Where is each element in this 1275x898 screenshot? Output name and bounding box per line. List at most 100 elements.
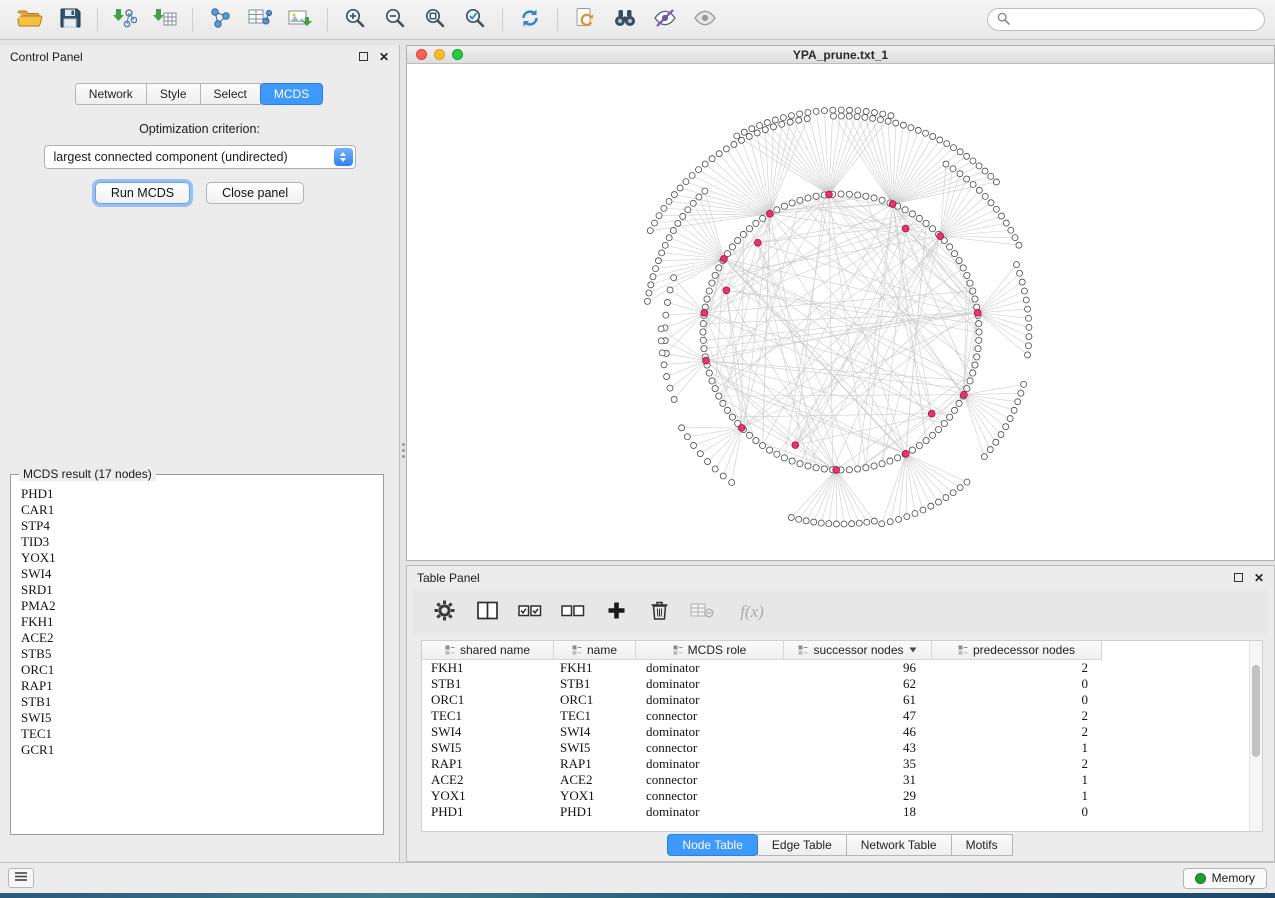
trash-icon: [650, 600, 669, 624]
table-settings-button[interactable]: [431, 599, 457, 625]
float-icon: [1234, 573, 1243, 582]
table-row[interactable]: ACE2ACE2connector311: [422, 772, 1262, 788]
close-traffic-light[interactable]: [416, 49, 427, 60]
import-table-icon: [153, 7, 177, 32]
mcds-result-list[interactable]: PHD1CAR1STP4TID3YOX1SWI4SRD1PMA2FKH1ACE2…: [13, 483, 381, 832]
column-header-shared-name[interactable]: shared name: [422, 641, 554, 660]
table-row[interactable]: STB1STB1dominator620: [422, 676, 1262, 692]
table-cell: 1: [932, 772, 1102, 788]
hide-graphics-details-button[interactable]: [645, 4, 685, 36]
mcds-result-item[interactable]: PMA2: [21, 598, 381, 614]
mcds-result-item[interactable]: GCR1: [21, 742, 381, 758]
column-header-name[interactable]: name: [554, 641, 636, 660]
tab-select[interactable]: Select: [200, 83, 261, 105]
mcds-result-item[interactable]: PHD1: [21, 486, 381, 502]
table-row[interactable]: ORC1ORC1dominator610: [422, 692, 1262, 708]
table-cell: 0: [932, 804, 1102, 820]
column-sort-icon: [673, 645, 683, 655]
import-network-button[interactable]: [105, 4, 145, 36]
delete-column-button[interactable]: [646, 599, 672, 625]
search-network-button[interactable]: [605, 4, 645, 36]
close-mcds-panel-button[interactable]: Close panel: [206, 182, 304, 204]
column-label: predecessor nodes: [973, 643, 1075, 657]
zoom-selected-button[interactable]: [455, 4, 495, 36]
tab-network-table[interactable]: Network Table: [846, 834, 952, 856]
tab-style[interactable]: Style: [146, 83, 201, 105]
mcds-result-item[interactable]: SWI4: [21, 566, 381, 582]
show-column-button[interactable]: [474, 599, 500, 625]
save-session-button[interactable]: [50, 4, 90, 36]
float-table-panel-button[interactable]: [1234, 571, 1243, 585]
task-history-button[interactable]: [8, 868, 34, 888]
table-row[interactable]: SWI5SWI5connector431: [422, 740, 1262, 756]
column-header-predecessor-nodes[interactable]: predecessor nodes: [932, 641, 1102, 660]
memory-status-icon: [1195, 873, 1206, 884]
column-header-mcds-role[interactable]: MCDS role: [636, 641, 784, 660]
share-document-button[interactable]: [565, 4, 605, 36]
new-network-button[interactable]: [200, 4, 240, 36]
table-row[interactable]: TEC1TEC1connector472: [422, 708, 1262, 724]
mcds-result-item[interactable]: SWI5: [21, 710, 381, 726]
toolbar-separator: [97, 8, 98, 32]
gear-icon: [434, 600, 455, 624]
table-row[interactable]: RAP1RAP1dominator352: [422, 756, 1262, 772]
tab-mcds[interactable]: MCDS: [260, 83, 323, 105]
toolbar-separator: [557, 8, 558, 32]
table-scrollbar-track[interactable]: [1249, 641, 1262, 831]
tab-node-table[interactable]: Node Table: [667, 834, 758, 856]
memory-button[interactable]: Memory: [1183, 868, 1267, 889]
maximize-traffic-light[interactable]: [452, 49, 463, 60]
open-session-button[interactable]: [10, 4, 50, 36]
function-builder-button[interactable]: f(x): [732, 599, 772, 625]
table-row[interactable]: PHD1PHD1dominator180: [422, 804, 1262, 820]
select-all-rows-button[interactable]: [517, 599, 543, 625]
add-column-button[interactable]: [603, 599, 629, 625]
float-panel-button[interactable]: [359, 50, 368, 64]
toolbar-search-box[interactable]: [987, 8, 1265, 31]
import-table-button[interactable]: [145, 4, 185, 36]
table-cell: 61: [784, 692, 932, 708]
table-row[interactable]: FKH1FKH1dominator962: [422, 660, 1262, 676]
mcds-result-item[interactable]: ACE2: [21, 630, 381, 646]
mcds-result-item[interactable]: STP4: [21, 518, 381, 534]
table-scrollbar-thumb[interactable]: [1252, 665, 1260, 757]
search-input[interactable]: [1015, 13, 1255, 27]
zoom-fit-button[interactable]: [415, 4, 455, 36]
mcds-result-item[interactable]: FKH1: [21, 614, 381, 630]
deselect-all-rows-button[interactable]: [560, 599, 586, 625]
table-cell: SWI4: [422, 724, 554, 740]
zoom-out-button[interactable]: [375, 4, 415, 36]
table-cell: 31: [784, 772, 932, 788]
run-mcds-button[interactable]: Run MCDS: [95, 182, 190, 204]
table-row[interactable]: SWI4SWI4dominator462: [422, 724, 1262, 740]
zoom-in-button[interactable]: [335, 4, 375, 36]
mcds-result-item[interactable]: STB1: [21, 694, 381, 710]
table-cell: FKH1: [554, 660, 636, 676]
mcds-result-item[interactable]: YOX1: [21, 550, 381, 566]
export-image-button[interactable]: [280, 4, 320, 36]
show-graphics-details-button[interactable]: [685, 4, 725, 36]
mcds-result-item[interactable]: CAR1: [21, 502, 381, 518]
tab-edge-table[interactable]: Edge Table: [757, 834, 847, 856]
column-header-successor-nodes[interactable]: successor nodes: [784, 641, 932, 660]
criterion-dropdown[interactable]: largest connected component (undirected): [44, 145, 356, 169]
network-window-title: YPA_prune.txt_1: [407, 48, 1274, 62]
new-table-button[interactable]: [240, 4, 280, 36]
table-row[interactable]: YOX1YOX1connector291: [422, 788, 1262, 804]
table-cell: STB1: [422, 676, 554, 692]
tab-network[interactable]: Network: [75, 83, 147, 105]
delete-table-button[interactable]: [689, 599, 715, 625]
mcds-result-item[interactable]: TEC1: [21, 726, 381, 742]
tab-motifs[interactable]: Motifs: [951, 834, 1013, 856]
minimize-traffic-light[interactable]: [434, 49, 445, 60]
mcds-result-item[interactable]: ORC1: [21, 662, 381, 678]
close-table-panel-button[interactable]: ✕: [1254, 572, 1264, 584]
refresh-layout-button[interactable]: [510, 4, 550, 36]
mcds-result-item[interactable]: SRD1: [21, 582, 381, 598]
mcds-result-item[interactable]: STB5: [21, 646, 381, 662]
network-graph-canvas[interactable]: [407, 64, 1274, 560]
mcds-result-item[interactable]: TID3: [21, 534, 381, 550]
mcds-result-item[interactable]: RAP1: [21, 678, 381, 694]
close-panel-button[interactable]: ✕: [379, 51, 389, 63]
network-window-titlebar[interactable]: YPA_prune.txt_1: [407, 46, 1274, 64]
